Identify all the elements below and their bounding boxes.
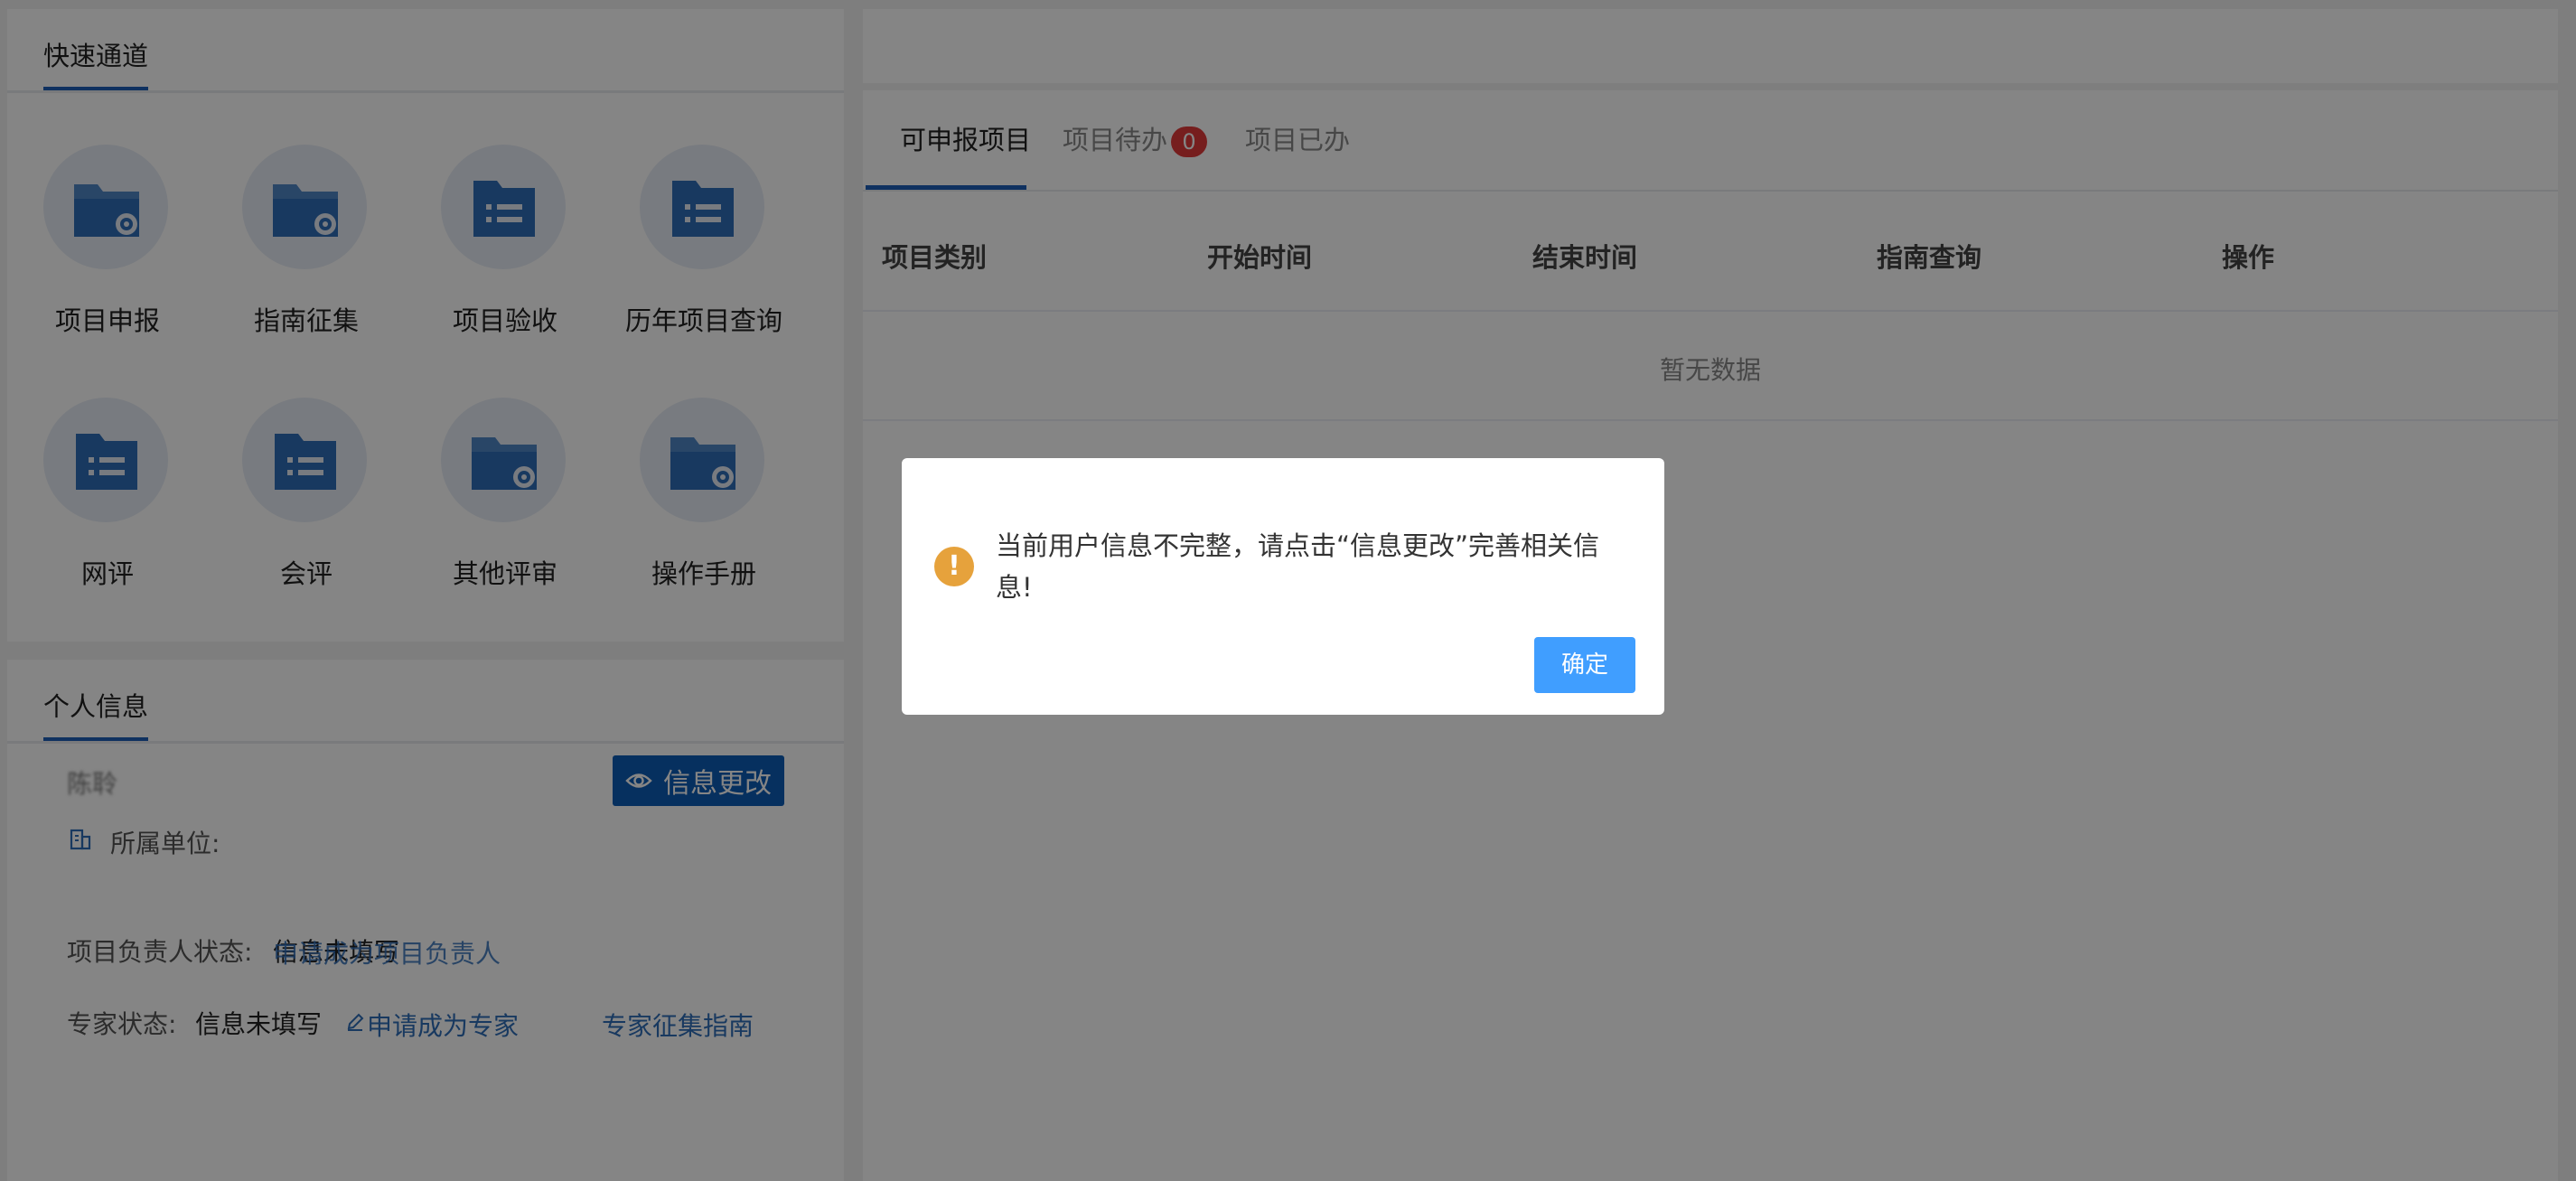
warning-icon: ! (934, 547, 974, 586)
dialog-message: 当前用户信息不完整，请点击“信息更改”完善相关信息! (996, 530, 1600, 603)
confirm-button[interactable]: 确定 (1534, 637, 1635, 693)
alert-dialog: ! 当前用户信息不完整，请点击“信息更改”完善相关信息! 确定 (902, 458, 1664, 715)
